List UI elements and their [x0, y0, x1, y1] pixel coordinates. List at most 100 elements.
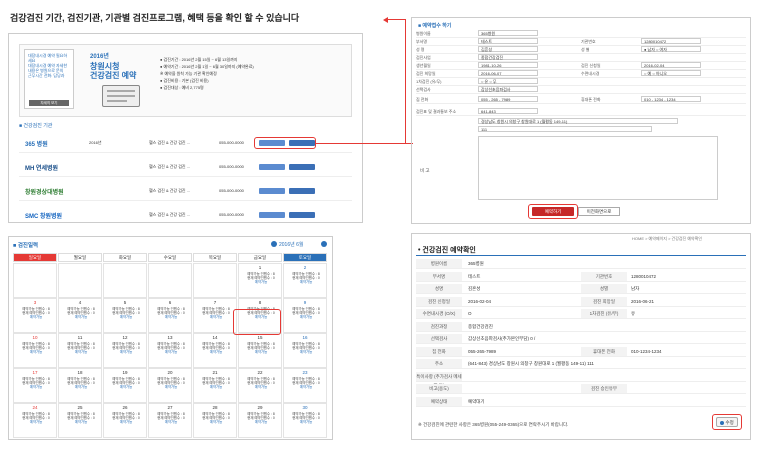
- form-field[interactable]: ○ 예 ○ 아니오: [641, 70, 701, 76]
- reserve-link[interactable]: 예약가능: [30, 350, 42, 354]
- calendar-day-cell[interactable]: 22 예약가능 인원수 : 8 현재 예약인원수 : 0 예약가능: [238, 368, 282, 403]
- calendar-day-number: 14: [212, 335, 218, 340]
- calendar-day-cell[interactable]: 3 예약가능 인원수 : 8 현재 예약인원수 : 0 예약가능: [13, 298, 57, 333]
- calendar-day-cell[interactable]: 20 예약가능 인원수 : 8 현재 예약인원수 : 0 예약가능: [148, 368, 192, 403]
- reserve-link[interactable]: 예약가능: [300, 280, 312, 284]
- reserve-link[interactable]: 예약가능: [30, 385, 42, 389]
- form-field[interactable]: 1280010472: [641, 38, 701, 44]
- calendar-day-cell[interactable]: 1 예약가능 인원수 : 8 현재 예약인원수 : 0 예약가능: [238, 263, 282, 298]
- confirm-label: 기관번호: [581, 271, 627, 281]
- memo-textarea[interactable]: [478, 136, 718, 200]
- form-field[interactable]: 010 - 1234 - 1234: [641, 96, 701, 102]
- reserve-button[interactable]: [289, 164, 315, 170]
- form-field[interactable]: 김흔성: [478, 46, 538, 52]
- arrow-head-icon: [383, 17, 388, 23]
- calendar-day-cell[interactable]: 30 예약가능 인원수 : 8 현재 예약인원수 : 0 예약가능: [283, 403, 327, 438]
- reserve-link[interactable]: 예약가능: [255, 280, 267, 284]
- address-field[interactable]: 경상남도 창원시 의창구 창원대로 1 (월평동 149-11): [478, 118, 678, 124]
- calendar-day-cell[interactable]: 13 예약가능 인원수 : 8 현재 예약인원수 : 0 예약가능: [148, 333, 192, 368]
- calendar-day-cell[interactable]: 19 예약가능 인원수 : 8 현재 예약인원수 : 0 예약가능: [103, 368, 147, 403]
- form-field[interactable]: 2016-06-07: [478, 70, 538, 76]
- calendar-day-cell[interactable]: 11 예약가능 인원수 : 8 현재 예약인원수 : 0 예약가능: [58, 333, 102, 368]
- form-field[interactable]: 종합건강검진: [478, 54, 538, 60]
- reserve-button[interactable]: [289, 212, 315, 218]
- reserve-link[interactable]: 예약가능: [255, 420, 267, 424]
- calendar-day-cell[interactable]: 29 예약가능 인원수 : 8 현재 예약인원수 : 0 예약가능: [238, 403, 282, 438]
- calendar-day-cell[interactable]: 17 예약가능 인원수 : 8 현재 예약인원수 : 0 예약가능: [13, 368, 57, 403]
- back-button[interactable]: 이전화면으로: [578, 207, 620, 216]
- calendar-day-number: 7: [213, 300, 217, 305]
- calendar-availability: 예약가능 인원수 : 8 현재 예약인원수 : 0 예약가능: [202, 412, 230, 425]
- reserve-link[interactable]: 예약가능: [300, 315, 312, 319]
- calendar-day-cell[interactable]: 6 예약가능 인원수 : 8 현재 예약인원수 : 0 예약가능: [148, 298, 192, 333]
- calendar-day-cell: [58, 263, 102, 298]
- reserve-link[interactable]: 예약가능: [210, 385, 222, 389]
- form-field[interactable]: 테스트: [478, 38, 538, 44]
- calendar-day-cell[interactable]: 10 예약가능 인원수 : 8 현재 예약인원수 : 0 예약가능: [13, 333, 57, 368]
- reserve-link[interactable]: 예약가능: [255, 385, 267, 389]
- form-field[interactable]: 1981-10-26: [478, 62, 538, 68]
- reserve-link[interactable]: 예약가능: [75, 315, 87, 319]
- reserve-link[interactable]: 예약가능: [210, 350, 222, 354]
- reserve-link[interactable]: 예약가능: [120, 385, 132, 389]
- reserve-button[interactable]: [289, 188, 315, 194]
- reserve-link[interactable]: 예약가능: [255, 350, 267, 354]
- calendar-availability: 예약가능 인원수 : 8 현재 예약인원수 : 0 예약가능: [292, 342, 320, 355]
- reserve-link[interactable]: 예약가능: [75, 385, 87, 389]
- reserve-link[interactable]: 예약가능: [165, 315, 177, 319]
- calendar-day-number: 27: [167, 405, 173, 410]
- form-field[interactable]: 2016-02-04: [641, 62, 701, 68]
- calendar-day-cell[interactable]: 12 예약가능 인원수 : 8 현재 예약인원수 : 0 예약가능: [103, 333, 147, 368]
- hospital-logo: SMC 창원병원: [25, 214, 63, 220]
- calendar-day-cell[interactable]: 26 예약가능 인원수 : 8 현재 예약인원수 : 0 예약가능: [103, 403, 147, 438]
- reserve-link[interactable]: 예약가능: [120, 315, 132, 319]
- form-field[interactable]: 갑상선초음파검사: [478, 86, 538, 92]
- calendar-day-cell[interactable]: 2 예약가능 인원수 : 8 현재 예약인원수 : 0 예약가능: [283, 263, 327, 298]
- calendar-day-cell[interactable]: 16 예약가능 인원수 : 8 현재 예약인원수 : 0 예약가능: [283, 333, 327, 368]
- reserve-link[interactable]: 예약가능: [300, 350, 312, 354]
- calendar-panel: ■ 검진일력 2016년 6월 일요일 월요일 화요일 수요일 목요일 금요일 토요일 1 예약…: [8, 236, 333, 440]
- calendar-day-cell[interactable]: 4 예약가능 인원수 : 8 현재 예약인원수 : 0 예약가능: [58, 298, 102, 333]
- form-field[interactable]: 055 - 265 - 7989: [478, 96, 538, 102]
- calendar-day-cell[interactable]: 5 예약가능 인원수 : 8 현재 예약인원수 : 0 예약가능: [103, 298, 147, 333]
- form-field[interactable]: ● 남자 ○ 여자: [641, 46, 701, 52]
- form-field[interactable]: ○ 유 ○ 무: [478, 78, 538, 84]
- calendar-day-cell[interactable]: 23 예약가능 인원수 : 8 현재 예약인원수 : 0 예약가능: [283, 368, 327, 403]
- program-button[interactable]: [259, 212, 285, 218]
- calendar-day-cell[interactable]: 18 예약가능 인원수 : 8 현재 예약인원수 : 0 예약가능: [58, 368, 102, 403]
- calendar-day-number: 16: [302, 335, 308, 340]
- reserve-link[interactable]: 예약가능: [210, 420, 222, 424]
- calendar-day-cell[interactable]: 25 예약가능 인원수 : 8 현재 예약인원수 : 0 예약가능: [58, 403, 102, 438]
- address-detail-field[interactable]: 111: [478, 126, 652, 132]
- program-button[interactable]: [259, 188, 285, 194]
- reserve-link[interactable]: 예약가능: [30, 315, 42, 319]
- confirm-value: 유: [631, 311, 636, 316]
- calendar-day-cell[interactable]: 14 예약가능 인원수 : 8 현재 예약인원수 : 0 예약가능: [193, 333, 237, 368]
- calendar-day-cell[interactable]: 27 예약가능 인원수 : 8 현재 예약인원수 : 0 예약가능: [148, 403, 192, 438]
- calendar-day-cell[interactable]: 21 예약가능 인원수 : 8 현재 예약인원수 : 0 예약가능: [193, 368, 237, 403]
- program-button[interactable]: [259, 164, 285, 170]
- form-field[interactable]: 365병원: [478, 30, 538, 36]
- reserve-link[interactable]: 예약가능: [30, 420, 42, 424]
- reserve-link[interactable]: 예약가능: [210, 315, 222, 319]
- prev-month-icon[interactable]: [271, 241, 277, 247]
- reserve-link[interactable]: 예약가능: [300, 385, 312, 389]
- reserve-link[interactable]: 예약가능: [165, 350, 177, 354]
- calendar-day-cell[interactable]: 15 예약가능 인원수 : 8 현재 예약인원수 : 0 예약가능: [238, 333, 282, 368]
- reserve-link[interactable]: 예약가능: [120, 420, 132, 424]
- calendar-day-cell[interactable]: 9 예약가능 인원수 : 8 현재 예약인원수 : 0 예약가능: [283, 298, 327, 333]
- reserve-link[interactable]: 예약가능: [165, 420, 177, 424]
- calendar-day-cell[interactable]: 24 예약가능 인원수 : 8 현재 예약인원수 : 0 예약가능: [13, 403, 57, 438]
- reserve-link[interactable]: 예약가능: [120, 350, 132, 354]
- highlight-box: [254, 137, 316, 149]
- reserve-link[interactable]: 예약가능: [75, 420, 87, 424]
- form-field[interactable]: 641-843: [478, 108, 538, 114]
- reserve-link[interactable]: 예약가능: [75, 350, 87, 354]
- side-detail-button[interactable]: 자세히 보기: [29, 100, 69, 106]
- next-month-icon[interactable]: [321, 241, 327, 247]
- hospital-list-panel: 대장내시경 예약 필요하세요 대장내시경 예약 자세한 내용은 병원으로 문의 …: [8, 33, 363, 223]
- calendar-day-cell[interactable]: 28 예약가능 인원수 : 8 현재 예약인원수 : 0 예약가능: [193, 403, 237, 438]
- reserve-link[interactable]: 예약가능: [165, 385, 177, 389]
- calendar-day-cell[interactable]: 7 예약가능 인원수 : 8 현재 예약인원수 : 0 예약가능: [193, 298, 237, 333]
- reserve-link[interactable]: 예약가능: [300, 420, 312, 424]
